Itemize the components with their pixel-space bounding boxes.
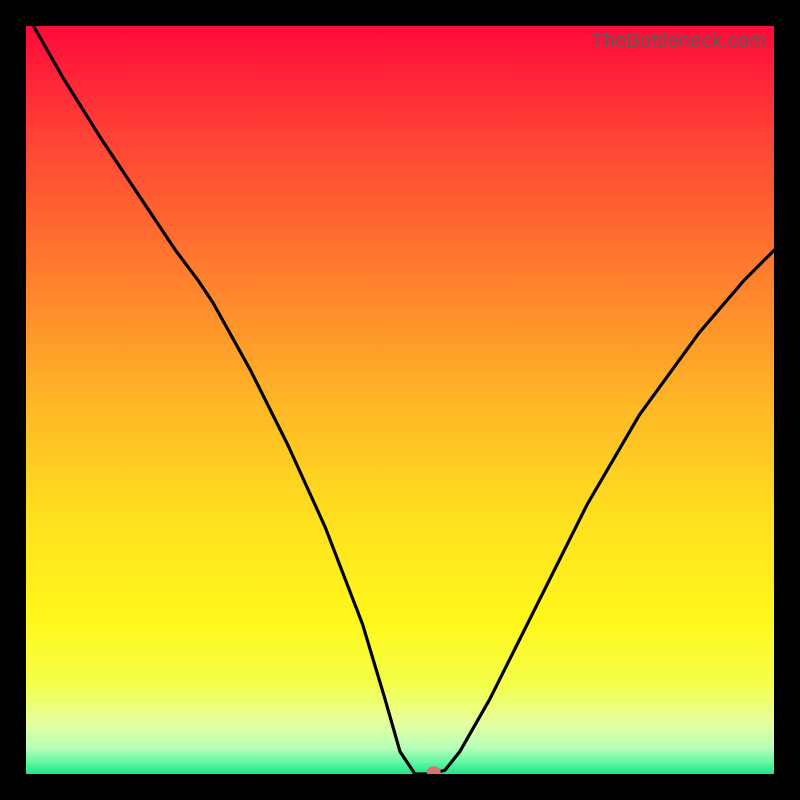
gradient-background [26, 26, 774, 774]
chart-frame: TheBottleneck.com [26, 26, 774, 774]
watermark-text: TheBottleneck.com [591, 30, 766, 53]
bottleneck-chart [26, 26, 774, 774]
